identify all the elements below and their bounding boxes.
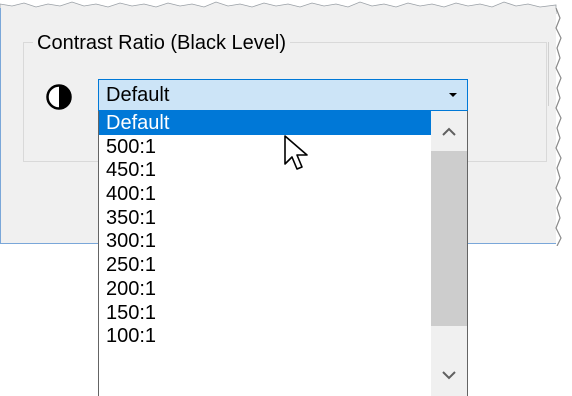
adjacent-panel-border <box>548 42 549 106</box>
chevron-up-icon[interactable] <box>431 111 467 151</box>
dropdown-selected-value: Default <box>106 84 170 106</box>
dropdown-option-default[interactable]: Default <box>99 111 431 135</box>
mouse-pointer-icon <box>284 135 308 170</box>
contrast-ratio-dropdown[interactable]: Default <box>98 79 468 111</box>
dropdown-options: Default 500:1 450:1 400:1 350:1 300:1 25… <box>99 111 431 348</box>
dropdown-option[interactable]: 250:1 <box>99 253 431 277</box>
dropdown-option[interactable]: 450:1 <box>99 158 431 182</box>
dropdown-option[interactable]: 350:1 <box>99 206 431 230</box>
dropdown-option[interactable]: 300:1 <box>99 229 431 253</box>
dropdown-arrow-icon <box>449 93 457 97</box>
torn-edge-right <box>555 8 562 246</box>
group-box-label: Contrast Ratio (Black Level) <box>33 30 290 56</box>
scrollbar-thumb[interactable] <box>431 151 467 326</box>
contrast-icon <box>46 84 72 110</box>
dropdown-option[interactable]: 200:1 <box>99 277 431 301</box>
dropdown-option[interactable]: 400:1 <box>99 182 431 206</box>
dropdown-option[interactable]: 500:1 <box>99 135 431 159</box>
dropdown-option[interactable]: 100:1 <box>99 324 431 348</box>
vertical-scrollbar[interactable] <box>431 111 467 396</box>
dropdown-option[interactable]: 150:1 <box>99 301 431 325</box>
chevron-down-icon[interactable] <box>431 356 467 396</box>
